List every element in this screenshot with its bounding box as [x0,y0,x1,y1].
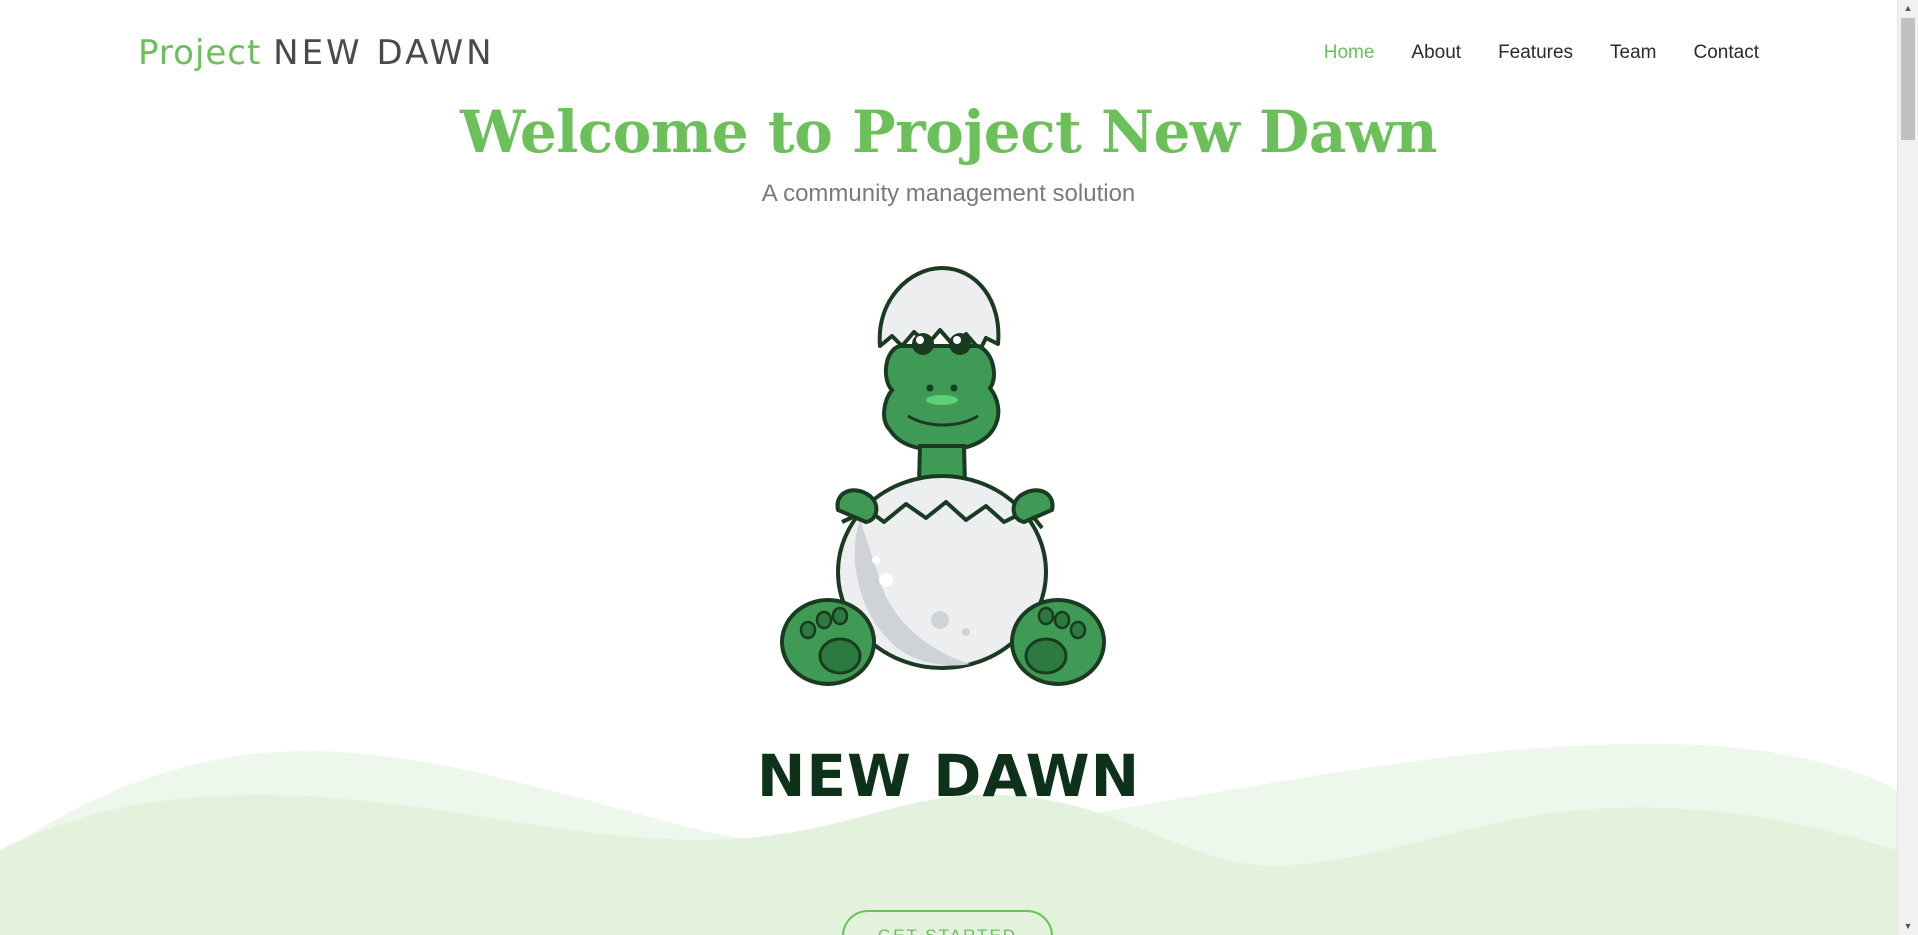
nav-item-features[interactable]: Features [1498,42,1573,64]
scroll-down-arrow-icon[interactable]: ▼ [1898,918,1918,935]
nav-item-about[interactable]: About [1411,42,1461,64]
nav-item-home[interactable]: Home [1324,42,1375,64]
nav-item-contact[interactable]: Contact [1694,42,1759,64]
background-waves [0,743,1897,935]
get-started-button[interactable]: GET STARTED [842,910,1053,935]
vertical-scrollbar[interactable]: ▲ ▼ [1897,0,1918,935]
logo-wordmark: NEW DAWN [756,742,1141,810]
brand-part-new-dawn: NEW DAWN [273,33,495,73]
page-viewport: Project NEW DAWN Home About Features Tea… [0,0,1897,935]
brand-logo[interactable]: Project NEW DAWN [138,33,495,73]
dino-mascot-icon [780,266,1106,686]
site-header: Project NEW DAWN Home About Features Tea… [0,0,1897,104]
hero-title: Welcome to Project New Dawn [459,98,1438,166]
scrollbar-thumb[interactable] [1901,18,1915,140]
brand-part-project: Project [138,33,262,73]
main-nav: Home About Features Team Contact [1287,42,1759,64]
scroll-up-arrow-icon[interactable]: ▲ [1898,0,1918,17]
nav-item-team[interactable]: Team [1610,42,1656,64]
hero-subtitle: A community management solution [761,180,1136,207]
